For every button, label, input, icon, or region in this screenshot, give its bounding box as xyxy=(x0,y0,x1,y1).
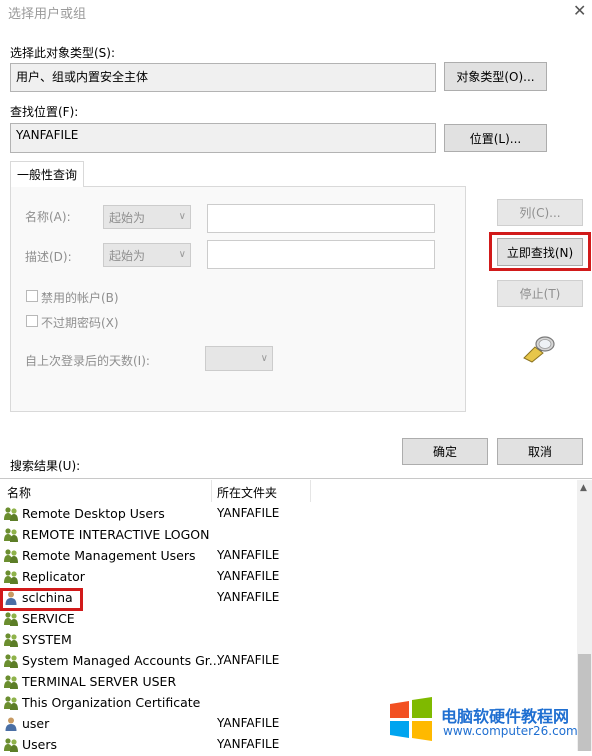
search-flashlight-icon xyxy=(521,334,557,364)
row-name: SERVICE xyxy=(22,611,75,626)
object-type-field: 用户、组或内置安全主体 xyxy=(10,63,436,92)
row-name: Remote Desktop Users xyxy=(22,506,165,521)
table-row[interactable]: Replicator YANFAFILE xyxy=(0,567,576,588)
description-mode-select[interactable]: 起始为 ∨ xyxy=(103,243,191,267)
table-row[interactable]: sclchina YANFAFILE xyxy=(0,588,576,609)
row-name: SYSTEM xyxy=(22,632,72,647)
group-icon xyxy=(3,506,19,522)
row-name: Users xyxy=(22,737,58,752)
object-types-button[interactable]: 对象类型(O)... xyxy=(444,62,547,91)
scroll-up-icon[interactable]: ▲ xyxy=(580,483,587,493)
column-divider[interactable] xyxy=(211,480,212,502)
row-name: Replicator xyxy=(22,569,85,584)
chevron-down-icon: ∨ xyxy=(260,352,268,364)
ok-button[interactable]: 确定 xyxy=(402,438,488,465)
group-icon xyxy=(3,674,19,690)
group-icon xyxy=(3,695,19,711)
window-title: 选择用户或组 xyxy=(8,7,87,22)
description-input[interactable] xyxy=(207,240,435,269)
row-folder: YANFAFILE xyxy=(217,737,280,751)
table-row[interactable]: Remote Management Users YANFAFILE xyxy=(0,546,576,567)
object-type-value: 用户、组或内置安全主体 xyxy=(16,70,149,84)
row-name: user xyxy=(22,716,50,731)
watermark-url: www.computer26.com xyxy=(443,724,578,738)
table-row[interactable]: Users YANFAFILE xyxy=(0,735,576,756)
column-header-name[interactable]: 名称 xyxy=(7,484,31,501)
table-row[interactable]: SYSTEM xyxy=(0,630,576,651)
days-since-logon-label: 自上次登录后的天数(I): xyxy=(25,354,150,368)
description-label: 描述(D): xyxy=(25,250,72,264)
tab-common-queries-label: 一般性查询 xyxy=(16,168,77,182)
user-icon xyxy=(3,716,19,732)
tab-common-queries[interactable]: 一般性查询 xyxy=(10,161,84,187)
days-since-logon-select[interactable]: ∨ xyxy=(205,346,273,371)
cancel-button[interactable]: 取消 xyxy=(497,438,583,465)
object-type-label: 选择此对象类型(S): xyxy=(10,46,116,60)
find-now-button[interactable]: 立即查找(N) xyxy=(497,238,583,266)
windows-logo-icon xyxy=(388,696,434,742)
stop-button[interactable]: 停止(T) xyxy=(497,280,583,307)
table-row[interactable]: SERVICE xyxy=(0,609,576,630)
group-icon xyxy=(3,548,19,564)
row-name: Remote Management Users xyxy=(22,548,196,563)
row-folder: YANFAFILE xyxy=(217,548,280,562)
row-folder: YANFAFILE xyxy=(217,716,280,730)
chevron-down-icon: ∨ xyxy=(178,210,186,222)
row-folder: YANFAFILE xyxy=(217,590,280,604)
table-row[interactable]: Remote Desktop Users YANFAFILE xyxy=(0,504,576,525)
columns-button[interactable]: 列(C)... xyxy=(497,199,583,226)
row-folder: YANFAFILE xyxy=(217,506,280,520)
location-field: YANFAFILE xyxy=(10,123,436,153)
group-icon xyxy=(3,611,19,627)
column-divider[interactable] xyxy=(310,480,311,502)
row-folder: YANFAFILE xyxy=(217,569,280,583)
disabled-accounts-checkbox[interactable] xyxy=(26,290,38,302)
location-label: 查找位置(F): xyxy=(10,105,79,119)
group-icon xyxy=(3,527,19,543)
table-row[interactable]: REMOTE INTERACTIVE LOGON xyxy=(0,525,576,546)
non-expiring-password-checkbox[interactable] xyxy=(26,315,38,327)
group-icon xyxy=(3,632,19,648)
close-icon[interactable]: ✕ xyxy=(573,1,586,20)
name-input[interactable] xyxy=(207,204,435,233)
group-icon xyxy=(3,569,19,585)
row-name: This Organization Certificate xyxy=(22,695,201,710)
row-name: REMOTE INTERACTIVE LOGON xyxy=(22,527,210,542)
non-expiring-password-label: 不过期密码(X) xyxy=(41,316,119,330)
column-header-folder[interactable]: 所在文件夹 xyxy=(217,484,277,501)
row-name: System Managed Accounts Gr... xyxy=(22,653,221,668)
row-name: TERMINAL SERVER USER xyxy=(22,674,177,689)
table-row[interactable]: TERMINAL SERVER USER xyxy=(0,672,576,693)
name-mode-value: 起始为 xyxy=(109,210,146,225)
search-results-label: 搜索结果(U): xyxy=(10,459,81,473)
description-mode-value: 起始为 xyxy=(109,248,146,263)
table-row[interactable]: System Managed Accounts Gr... YANFAFILE xyxy=(0,651,576,672)
name-mode-select[interactable]: 起始为 ∨ xyxy=(103,205,191,229)
row-folder: YANFAFILE xyxy=(217,653,280,667)
scrollbar-thumb[interactable] xyxy=(578,654,591,751)
locations-button[interactable]: 位置(L)... xyxy=(444,124,547,152)
group-icon xyxy=(3,653,19,669)
chevron-down-icon: ∨ xyxy=(178,248,186,260)
location-value: YANFAFILE xyxy=(16,128,79,142)
sclchina-highlight xyxy=(0,588,83,611)
name-label: 名称(A): xyxy=(25,210,71,224)
disabled-accounts-label: 禁用的帐户(B) xyxy=(41,291,119,305)
